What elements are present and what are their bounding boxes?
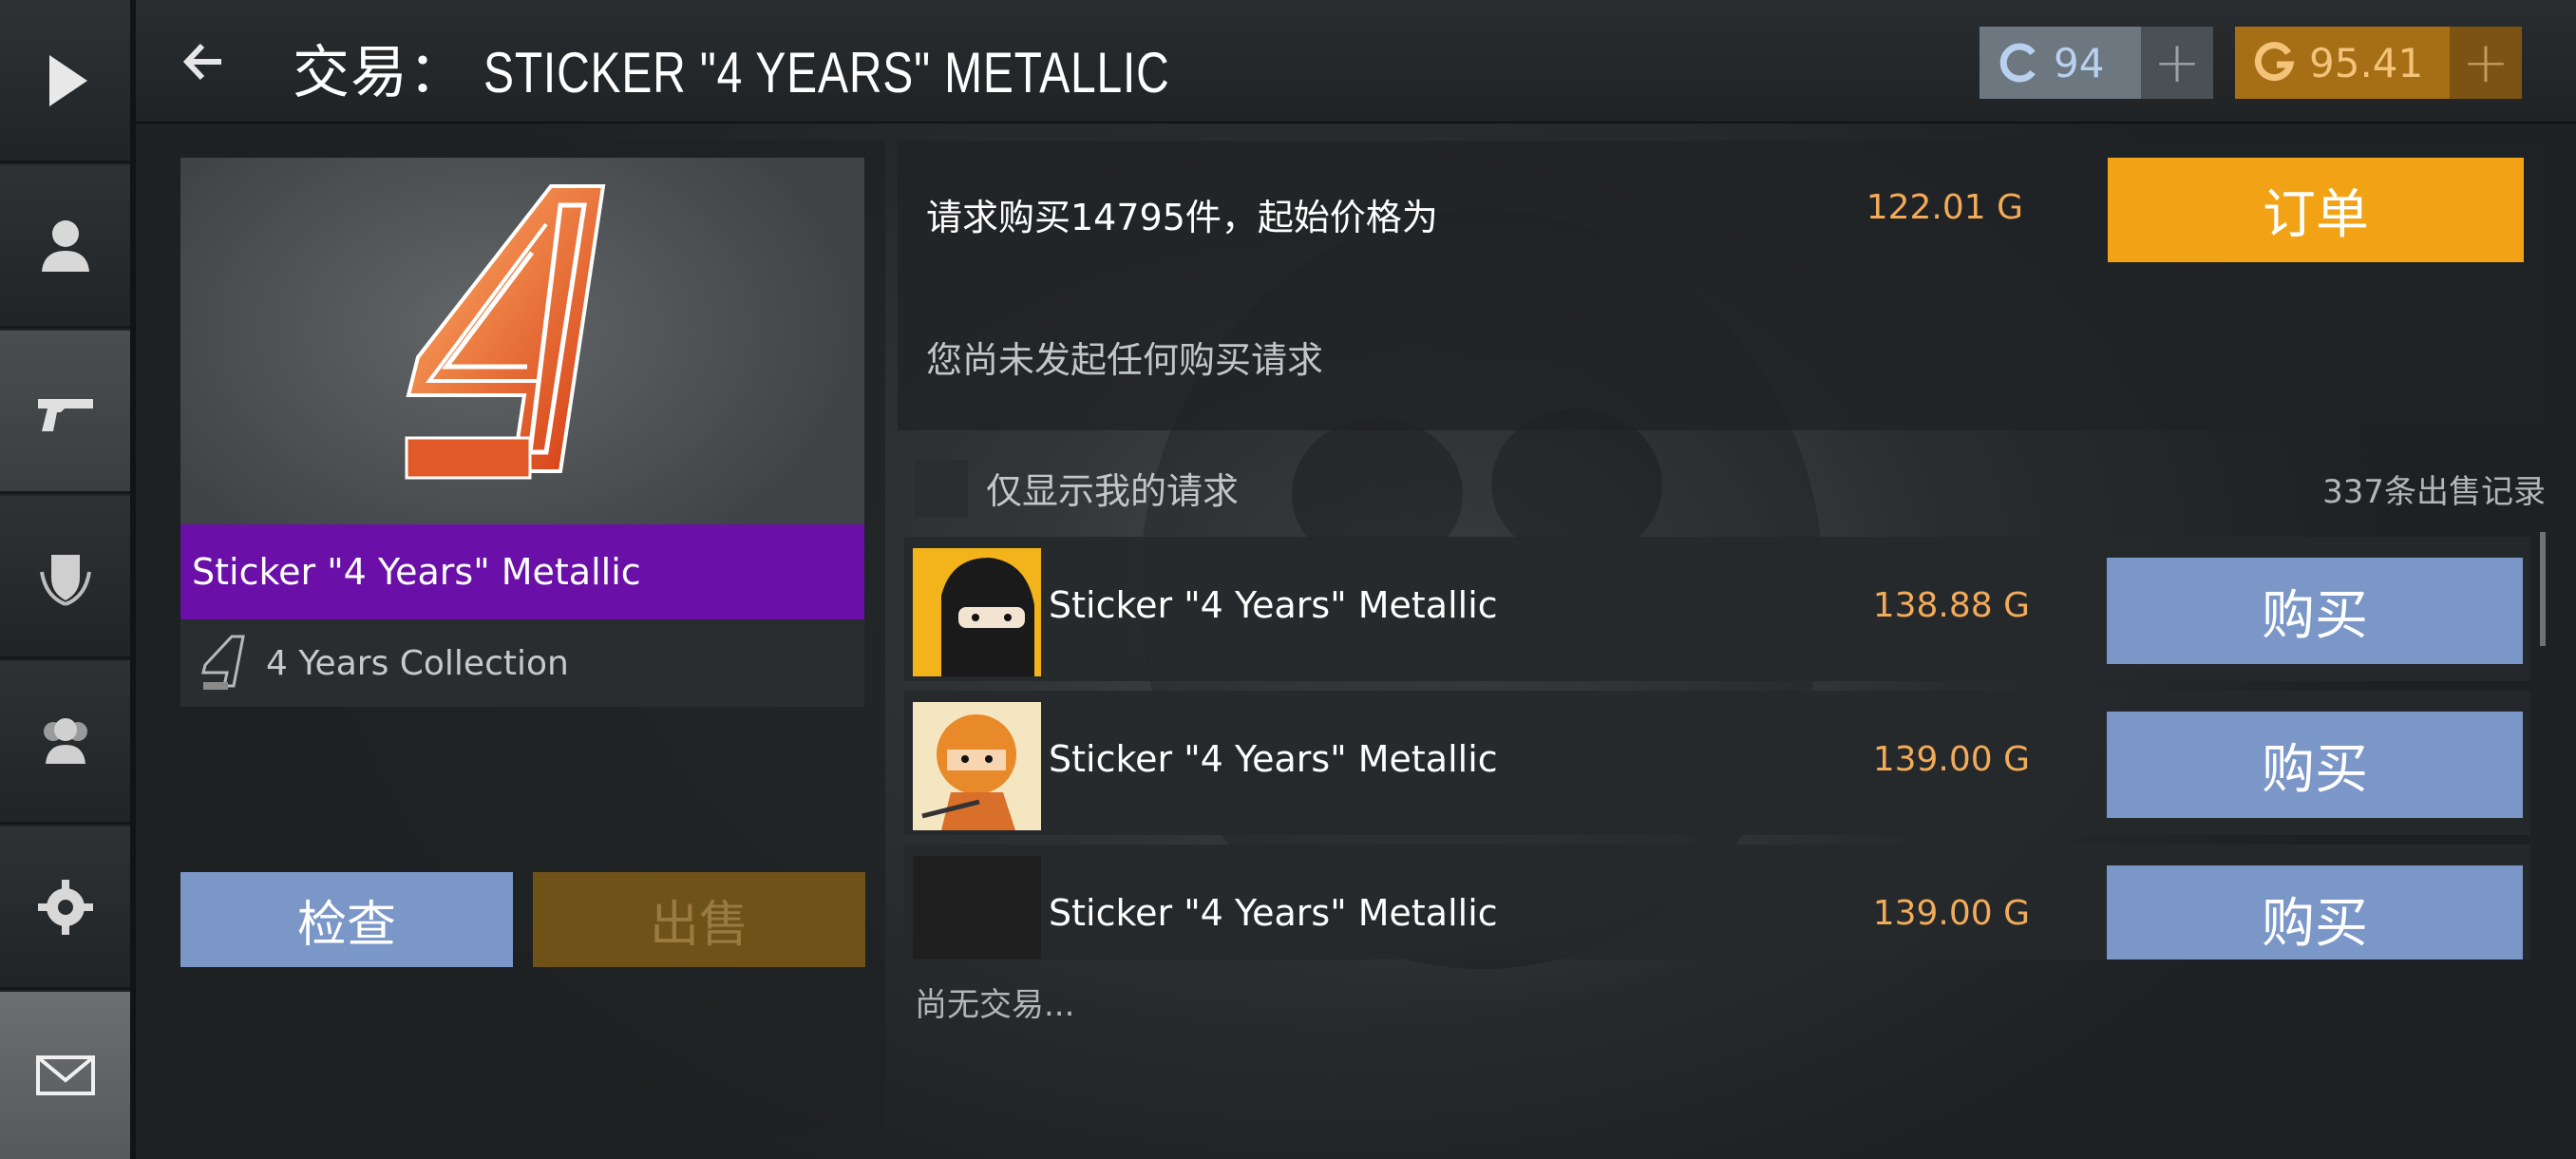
no-trades-text: 尚无交易... — [915, 986, 1075, 1024]
sale-record-count: 337条出售记录 — [2322, 473, 2546, 511]
friends-icon — [43, 717, 87, 764]
show-my-requests-label: 仅显示我的请求 — [986, 470, 1240, 512]
header: 交易： STICKER "4 YEARS" METALLIC 94 + 95.4… — [136, 0, 2576, 124]
listing-row: Sticker "4 Years" Metallic 138.88 G 购买 — [904, 537, 2530, 681]
no-request-text: 您尚未发起任何购买请求 — [926, 339, 1324, 381]
item-name: Sticker "4 Years" Metallic — [192, 551, 641, 593]
gold-icon — [2254, 42, 2295, 82]
sidebar-item-weapons[interactable] — [0, 331, 130, 494]
buy-button[interactable]: 购买 — [2107, 558, 2523, 664]
gear-icon — [37, 879, 93, 935]
sidebar-item-profile[interactable] — [0, 165, 130, 329]
sale-listings[interactable]: Sticker "4 Years" Metallic 138.88 G 购买 S… — [904, 537, 2538, 960]
order-button[interactable]: 订单 — [2108, 158, 2524, 262]
buy-button[interactable]: 购买 — [2107, 865, 2523, 960]
credits-icon — [1999, 43, 2036, 83]
credits-balance: 94 + — [1979, 27, 2213, 99]
title-item-name: STICKER "4 YEARS" METALLIC — [483, 41, 1170, 104]
gold-value-box: 95.41 — [2235, 27, 2450, 99]
item-name-bar: Sticker "4 Years" Metallic — [180, 524, 864, 619]
title-prefix: 交易： — [293, 41, 466, 104]
inspect-button[interactable]: 检查 — [180, 872, 513, 967]
sidebar-item-clan[interactable] — [0, 496, 130, 659]
order-start-price: 122.01 G — [1866, 188, 2023, 227]
sticker-4-years-image — [405, 184, 606, 480]
show-my-requests-checkbox[interactable] — [915, 460, 968, 517]
item-image — [180, 158, 864, 524]
listing-price: 139.00 G — [1872, 740, 2030, 779]
listing-price: 138.88 G — [1872, 586, 2030, 625]
add-gold-button[interactable]: + — [2450, 27, 2522, 99]
play-icon — [48, 54, 87, 106]
sidebar-divider — [130, 0, 136, 1159]
buy-button[interactable]: 购买 — [2107, 712, 2523, 818]
listing-row: Sticker "4 Years" Metallic 139.00 G 购买 — [904, 845, 2530, 960]
back-arrow-icon[interactable] — [174, 28, 240, 95]
credits-value-box: 94 — [1979, 27, 2141, 99]
collection-bar: 4 Years Collection — [180, 619, 864, 707]
collection-name: 4 Years Collection — [266, 643, 569, 683]
gold-value: 95.41 — [2309, 39, 2424, 86]
listing-price: 139.00 G — [1872, 894, 2030, 933]
sidebar-item-play[interactable] — [0, 0, 130, 163]
add-credits-button[interactable]: + — [2141, 27, 2213, 99]
profile-icon — [41, 219, 89, 272]
item-panel: Sticker "4 Years" Metallic 4 Years Colle… — [163, 141, 885, 1130]
listing-row: Sticker "4 Years" Metallic 139.00 G 购买 — [904, 691, 2530, 835]
sidebar-item-settings[interactable] — [0, 826, 130, 990]
filter-row: 仅显示我的请求 337条出售记录 — [898, 445, 2546, 530]
collection-4-icon — [201, 635, 245, 690]
page-title: 交易： STICKER "4 YEARS" METALLIC — [293, 27, 1341, 109]
sidebar-item-mail[interactable] — [0, 992, 130, 1159]
credits-value: 94 — [2054, 39, 2105, 86]
pistol-icon — [37, 398, 93, 431]
sidebar-item-friends[interactable] — [0, 661, 130, 825]
mail-icon — [35, 1055, 95, 1095]
clan-shield-icon — [39, 554, 91, 606]
gold-balance: 95.41 + — [2235, 27, 2522, 99]
buy-order-section: 请求购买14795件，起始价格为 122.01 G 订单 您尚未发起任何购买请求 — [898, 141, 2546, 430]
listings-scrollbar[interactable] — [2540, 532, 2546, 646]
sidebar — [0, 0, 130, 1159]
sell-button[interactable]: 出售 — [533, 872, 865, 967]
